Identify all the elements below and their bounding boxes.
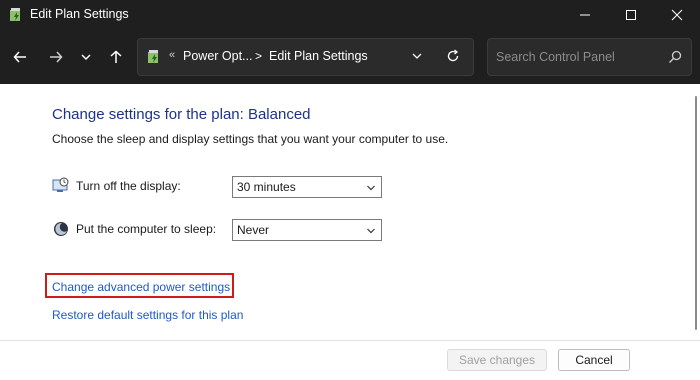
power-options-icon	[146, 49, 162, 65]
breadcrumb-power-options[interactable]: Power Opt...	[183, 49, 252, 63]
title-bar: Edit Plan Settings	[0, 0, 700, 30]
scrollbar-thumb[interactable]	[695, 96, 697, 330]
power-options-icon	[8, 7, 24, 23]
breadcrumb-edit-plan-settings[interactable]: Edit Plan Settings	[269, 49, 368, 63]
window-title: Edit Plan Settings	[30, 7, 129, 21]
refresh-icon	[447, 49, 459, 62]
sleep-timeout-select[interactable]: Never	[232, 219, 382, 241]
up-button[interactable]	[104, 45, 128, 69]
display-timeout-value: 30 minutes	[237, 180, 296, 194]
page-heading: Change settings for the plan: Balanced	[52, 106, 311, 123]
navigation-bar: « Power Opt... > Edit Plan Settings	[0, 30, 700, 84]
chevron-down-icon	[412, 53, 422, 59]
restore-defaults-link[interactable]: Restore default settings for this plan	[52, 308, 243, 322]
address-dropdown-button[interactable]	[411, 50, 425, 64]
footer-divider	[0, 340, 700, 341]
recent-locations-button[interactable]	[74, 45, 98, 69]
chevron-down-icon	[81, 54, 91, 61]
search-input[interactable]	[496, 47, 656, 67]
forward-button[interactable]	[44, 45, 68, 69]
refresh-button[interactable]	[446, 49, 462, 65]
maximize-icon	[626, 10, 636, 20]
display-timeout-label: Turn off the display:	[76, 179, 181, 193]
advanced-power-settings-link[interactable]: Change advanced power settings	[52, 280, 230, 294]
sleep-moon-icon	[52, 220, 70, 238]
minimize-button[interactable]	[562, 0, 608, 30]
chevron-down-icon	[366, 225, 376, 235]
save-changes-button[interactable]: Save changes	[447, 349, 547, 371]
arrow-right-icon	[50, 51, 63, 63]
close-icon	[671, 9, 683, 21]
address-bar[interactable]: « Power Opt... > Edit Plan Settings	[137, 38, 474, 76]
breadcrumb-overflow[interactable]: «	[169, 49, 175, 61]
display-icon	[52, 177, 70, 195]
display-timeout-select[interactable]: 30 minutes	[232, 176, 382, 198]
minimize-icon	[580, 14, 590, 16]
maximize-button[interactable]	[608, 0, 654, 30]
sleep-timeout-value: Never	[237, 223, 270, 237]
back-button[interactable]	[8, 45, 32, 69]
search-box[interactable]	[487, 38, 692, 76]
cancel-button[interactable]: Cancel	[558, 349, 630, 371]
arrow-left-icon	[13, 51, 26, 63]
search-icon[interactable]	[668, 50, 682, 64]
breadcrumb-separator[interactable]: >	[255, 49, 262, 63]
sleep-timeout-label: Put the computer to sleep:	[76, 222, 217, 236]
arrow-up-icon	[110, 50, 122, 63]
page-description: Choose the sleep and display settings th…	[52, 132, 449, 146]
chevron-down-icon	[366, 182, 376, 192]
close-button[interactable]	[654, 0, 700, 30]
